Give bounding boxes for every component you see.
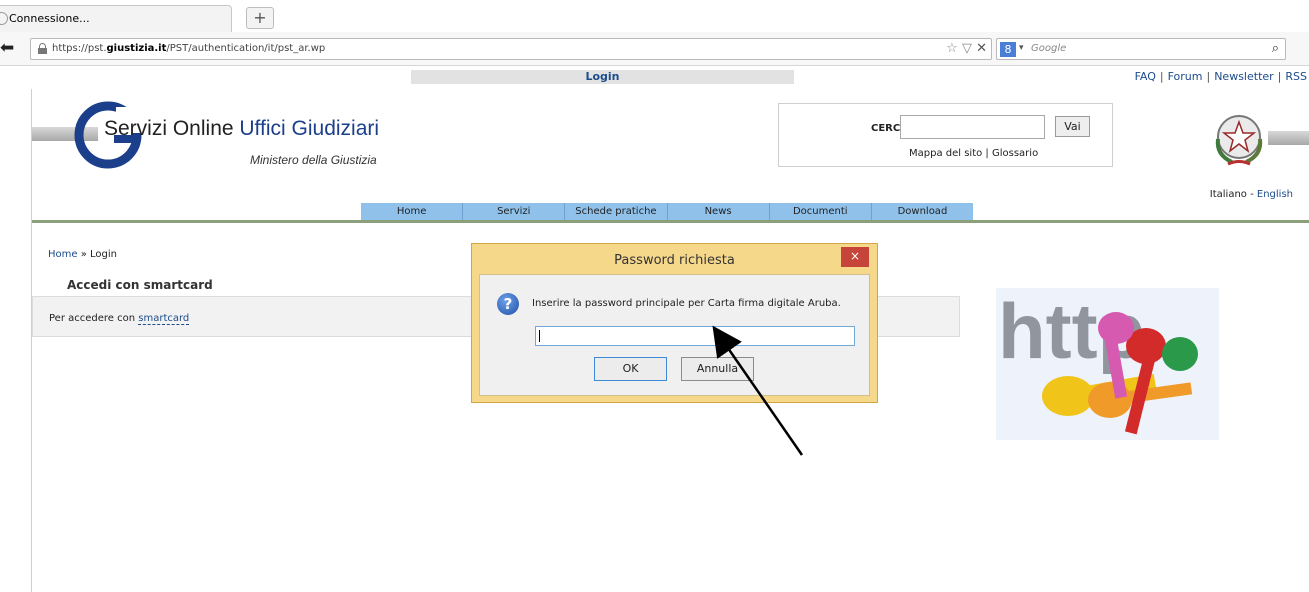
dialog-message: Inserire la password principale per Cart…: [532, 298, 841, 309]
dialog-title: Password richiesta: [614, 253, 735, 268]
search-placeholder: Google: [1031, 43, 1067, 54]
browser-tab[interactable]: Connessione...: [0, 5, 232, 32]
stop-icon[interactable]: ✕: [976, 41, 987, 56]
lang-italian[interactable]: Italiano: [1210, 189, 1247, 200]
site-search-input[interactable]: [900, 115, 1045, 139]
menu-documenti[interactable]: Documenti: [770, 203, 872, 221]
lock-icon: [38, 43, 47, 54]
engine-dropdown-icon[interactable]: ▾: [1019, 43, 1024, 53]
site-search-box: CERCA Vai Mappa del sito | Glossario: [778, 103, 1113, 167]
menu-home[interactable]: Home: [361, 203, 464, 221]
faq-link[interactable]: FAQ: [1135, 70, 1156, 83]
newsletter-link[interactable]: Newsletter: [1214, 70, 1273, 83]
site-logo-title[interactable]: Servizi Online Uffici Giudiziari: [104, 117, 379, 141]
password-dialog: Password richiesta × ? Inserire la passw…: [471, 243, 878, 403]
browser-navbar: ⬅ https://pst.giustizia.it/PST/authentic…: [0, 32, 1309, 66]
close-button[interactable]: ×: [841, 247, 869, 267]
search-icon[interactable]: ⌕: [1272, 41, 1279, 56]
italian-republic-emblem-icon: [1215, 115, 1263, 166]
search-links: Mappa del sito | Glossario: [909, 148, 1039, 159]
cancel-button[interactable]: Annulla: [681, 357, 754, 381]
menu-servizi[interactable]: Servizi: [463, 203, 566, 221]
dropdown-arrow-icon[interactable]: ▽: [962, 41, 972, 56]
rss-link[interactable]: RSS: [1285, 70, 1307, 83]
main-menu: Home Servizi Schede pratiche News Docume…: [361, 203, 973, 221]
address-bar[interactable]: https://pst.giustizia.it/PST/authenticat…: [30, 38, 992, 60]
header-divider: [32, 220, 1309, 223]
password-input[interactable]: [535, 326, 855, 346]
breadcrumb: Home » Login: [48, 249, 117, 260]
menu-news[interactable]: News: [668, 203, 770, 221]
smartcard-text: Per accedere con smartcard: [49, 313, 190, 325]
breadcrumb-separator: »: [80, 249, 87, 260]
top-links: FAQ | Forum | Newsletter | RSS: [1134, 70, 1307, 83]
search-go-button[interactable]: Vai: [1055, 116, 1090, 137]
menu-schede-pratiche[interactable]: Schede pratiche: [565, 203, 668, 221]
breadcrumb-home[interactable]: Home: [48, 249, 78, 260]
ok-button[interactable]: OK: [594, 357, 667, 381]
sitemap-link[interactable]: Mappa del sito: [909, 148, 982, 159]
question-icon: ?: [497, 293, 519, 315]
breadcrumb-current: Login: [90, 249, 118, 260]
emblem-decor-bar: [1268, 131, 1309, 145]
text-caret: [539, 330, 540, 342]
loading-spinner-icon: [0, 12, 8, 25]
tab-title: Connessione...: [9, 12, 90, 25]
site-logo-subtitle: Ministero della Giustizia: [250, 153, 377, 167]
forum-link[interactable]: Forum: [1168, 70, 1203, 83]
search-bar[interactable]: 8 ▾ Google ⌕: [996, 38, 1286, 60]
browser-tabbar: Connessione... +: [0, 0, 1309, 32]
menu-download[interactable]: Download: [872, 203, 973, 221]
login-bar: Login: [411, 70, 794, 84]
glossary-link[interactable]: Glossario: [992, 148, 1038, 159]
url-bar-icons: ☆ ▽ ✕: [946, 41, 987, 56]
smartcard-link[interactable]: smartcard: [138, 313, 190, 325]
language-switcher: Italiano - English: [1209, 189, 1293, 200]
google-logo-icon[interactable]: 8: [1000, 42, 1016, 57]
dialog-body: ? Inserire la password principale per Ca…: [479, 274, 870, 396]
lang-english[interactable]: English: [1257, 189, 1293, 200]
back-arrow-icon[interactable]: ⬅: [0, 37, 26, 61]
new-tab-button[interactable]: +: [246, 7, 274, 29]
url-text: https://pst.giustizia.it/PST/authenticat…: [52, 43, 326, 54]
section-title: Accedi con smartcard: [67, 278, 213, 292]
keys-image: http: [996, 288, 1219, 440]
bookmark-star-icon[interactable]: ☆: [946, 41, 958, 56]
